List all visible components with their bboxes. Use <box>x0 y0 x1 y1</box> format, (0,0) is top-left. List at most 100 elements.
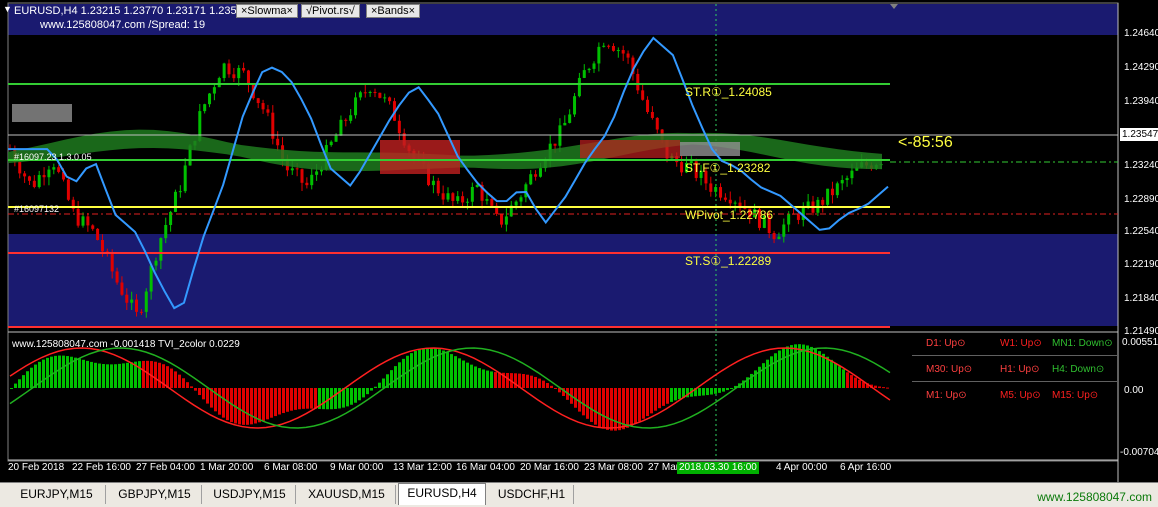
trend-status-label: M15: Up⊙ <box>1052 390 1099 401</box>
candle-body <box>835 183 839 196</box>
histogram-bar <box>426 347 429 388</box>
histogram-bar <box>10 388 13 389</box>
candle-body <box>261 103 265 110</box>
candle-body <box>52 167 56 170</box>
histogram-bar <box>298 388 301 410</box>
histogram-bar <box>42 359 45 388</box>
candle-body <box>538 168 542 177</box>
candle-body <box>76 208 80 226</box>
histogram-bar <box>834 363 837 388</box>
candle-body <box>276 138 280 146</box>
histogram-bar <box>714 388 717 394</box>
histogram-bar <box>642 388 645 419</box>
candle-body <box>558 125 562 146</box>
histogram-bar <box>166 366 169 388</box>
ma-cloud-red-segment <box>380 140 460 174</box>
candle-body <box>203 104 207 112</box>
histogram-bar <box>582 388 585 416</box>
candle-body <box>100 240 104 252</box>
price-chart[interactable] <box>0 0 1158 482</box>
chart-menu-arrow[interactable]: ▼ <box>3 4 12 14</box>
candle-body <box>18 162 22 174</box>
chart-tab[interactable]: EURJPY,M15 <box>8 485 106 504</box>
histogram-bar <box>634 388 637 424</box>
histogram-bar <box>294 388 297 410</box>
chart-tab[interactable]: GBPJPY,M15 <box>108 485 202 504</box>
slowma-toggle-button[interactable]: ×Slowma× <box>236 4 298 18</box>
histogram-bar <box>534 376 537 388</box>
candle-body <box>568 114 572 123</box>
candle-body <box>733 202 737 204</box>
candle-body <box>222 63 226 79</box>
candle-body <box>641 90 645 100</box>
histogram-bar <box>606 388 609 430</box>
site-link[interactable]: www.125808047.com <box>1037 490 1152 504</box>
candle-body <box>616 50 620 52</box>
histogram-bar <box>614 388 617 431</box>
candle-body <box>183 165 187 192</box>
candle-body <box>796 214 800 220</box>
histogram-bar <box>854 377 857 388</box>
candle-body <box>826 188 830 205</box>
chart-tab[interactable]: USDJPY,M15 <box>204 485 296 504</box>
histogram-bar <box>882 387 885 389</box>
histogram-bar <box>58 355 61 388</box>
candle-body <box>714 187 718 192</box>
histogram-bar <box>326 388 329 410</box>
histogram-bar <box>366 388 369 395</box>
candle-body <box>125 294 129 303</box>
candle-body <box>504 216 508 225</box>
histogram-bar <box>202 388 205 400</box>
histogram-bar <box>266 388 269 420</box>
candle-body <box>110 252 114 272</box>
candle-body <box>553 143 557 146</box>
histogram-bar <box>578 388 581 412</box>
histogram-bar <box>238 388 241 425</box>
histogram-bar <box>174 371 177 388</box>
candle-body <box>728 199 732 204</box>
candle-body <box>139 311 143 313</box>
histogram-bar <box>350 388 353 405</box>
chart-tab[interactable]: XAUUSD,M15 <box>298 485 396 504</box>
time-tick-label: 27 Feb 04:00 <box>136 462 195 473</box>
candle-body <box>358 92 362 98</box>
candle-body <box>485 199 489 201</box>
candle-body <box>208 93 212 105</box>
pivot-toggle-button[interactable]: √Pivot.rs√ <box>301 4 360 18</box>
candle-body <box>86 216 90 226</box>
time-tick-label: 9 Mar 00:00 <box>330 462 384 473</box>
histogram-bar <box>258 388 261 423</box>
histogram-bar <box>374 386 377 388</box>
candle-body <box>37 175 41 187</box>
time-tick-label: 27 Mar <box>648 462 680 473</box>
histogram-bar <box>858 379 861 388</box>
candle-body <box>23 173 27 177</box>
candle-body <box>81 216 85 226</box>
histogram-bar <box>874 385 877 388</box>
candle-body <box>242 67 246 71</box>
time-tick-label: 20 Feb 2018 <box>8 462 65 473</box>
histogram-bar <box>514 373 517 388</box>
histogram-bar <box>830 359 833 388</box>
candle-body <box>266 109 270 113</box>
histogram-bar <box>726 388 729 391</box>
histogram-bar <box>610 388 613 431</box>
bands-toggle-button[interactable]: ×Bands× <box>366 4 421 18</box>
candle-body <box>777 236 781 240</box>
chart-tab[interactable]: USDCHF,H1 <box>490 485 574 504</box>
histogram-bar <box>218 388 221 415</box>
histogram-bar <box>290 388 293 411</box>
candle-body <box>621 50 625 54</box>
indicator-axis-bottom: -0.00704 <box>1120 447 1158 458</box>
chart-tab[interactable]: EURUSD,H4 <box>398 483 486 505</box>
str-level-label: ST.R①_1.24085 <box>685 85 772 99</box>
candle-body <box>310 174 314 186</box>
candle-body <box>290 168 294 171</box>
spread-info: www.125808047.com /Spread: 19 <box>40 19 206 31</box>
histogram-bar <box>698 388 701 396</box>
histogram-bar <box>250 388 253 425</box>
histogram-bar <box>390 370 393 388</box>
histogram-bar <box>482 369 485 388</box>
candle-body <box>587 68 591 71</box>
symbol-info: EURUSD,H4 1.23215 1.23770 1.23171 1.2354… <box>14 5 249 17</box>
